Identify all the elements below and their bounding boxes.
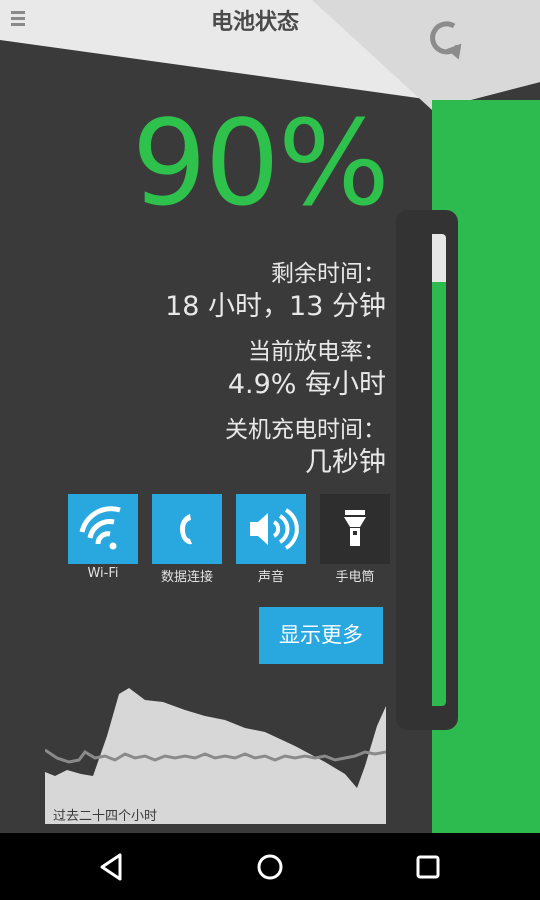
wifi-icon: [79, 506, 121, 550]
charge-time-value: 几秒钟: [305, 447, 386, 478]
battery-history-chart: [45, 686, 386, 824]
home-icon[interactable]: [250, 847, 290, 887]
data-connection-toggle[interactable]: [152, 494, 222, 564]
page-title: 电池状态: [210, 10, 299, 35]
charge-time-label: 关机充电时间：: [225, 417, 386, 443]
phone-icon: [180, 514, 192, 545]
sound-toggle-label: 声音: [257, 570, 284, 585]
battery-percentage: 90%: [131, 94, 390, 232]
battery-shell: [396, 210, 458, 730]
recents-icon[interactable]: [408, 847, 448, 887]
history-caption: 过去二十四个小时: [53, 809, 158, 824]
navigation-bar: [0, 833, 540, 900]
remaining-time-value: 18 小时，13 分钟: [165, 291, 386, 322]
wifi-toggle-label: Wi-Fi: [87, 566, 119, 581]
show-more-button[interactable]: 显示更多: [259, 607, 383, 664]
refresh-icon[interactable]: [424, 16, 468, 64]
sound-toggle[interactable]: [236, 494, 306, 564]
flashlight-icon: [344, 510, 366, 546]
battery-level-fill: [432, 282, 446, 706]
discharge-rate-label: 当前放电率：: [248, 339, 386, 365]
battery-status-screen: 电池状态 90% 剩余时间： 18 小时，13 分钟 当前放电率： 4.9% 每…: [0, 0, 540, 833]
discharge-rate-value: 4.9% 每小时: [227, 369, 386, 400]
back-icon[interactable]: [92, 847, 132, 887]
flashlight-toggle-label: 手电筒: [335, 570, 375, 585]
wifi-toggle[interactable]: [68, 494, 138, 564]
hamburger-menu-icon[interactable]: [8, 8, 28, 32]
battery-empty-portion: [432, 234, 446, 282]
flashlight-toggle[interactable]: [320, 494, 390, 564]
data-connection-toggle-label: 数据连接: [160, 570, 213, 585]
remaining-time-label: 剩余时间：: [271, 261, 386, 287]
speaker-icon: [250, 508, 299, 550]
